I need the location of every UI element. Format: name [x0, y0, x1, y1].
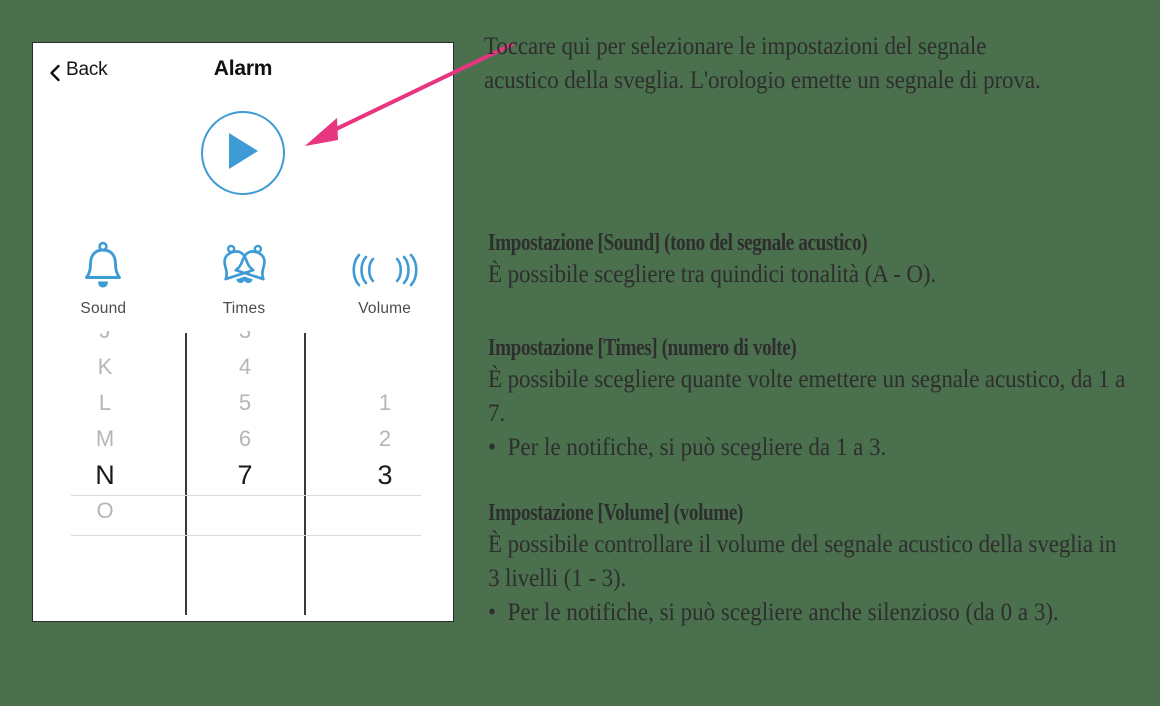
picker-item[interactable]: 3	[175, 331, 315, 349]
setting-label-volume: Volume	[358, 300, 412, 317]
annotation-intro: Toccare qui per selezionare le impostazi…	[484, 30, 1104, 98]
picker-item[interactable]: K	[35, 349, 175, 385]
picker-column-sound[interactable]: JKLMNO	[35, 331, 175, 621]
picker-column-volume[interactable]: 123	[315, 331, 453, 621]
picker-divider-left	[185, 333, 187, 615]
bullet-glyph: •	[488, 434, 508, 461]
setting-label-sound: Sound	[80, 300, 127, 317]
annotation-times-body: È possibile scegliere quante volte emett…	[488, 366, 1126, 427]
annotation-times-heading: Impostazione [Times] (numero di volte)	[488, 335, 797, 361]
picker-item[interactable]: O	[35, 493, 175, 529]
picker-item-selected[interactable]: N	[35, 457, 175, 493]
annotation-section-sound: Impostazione [Sound] (tono del segnale a…	[488, 228, 1160, 292]
play-triangle-icon	[225, 131, 261, 176]
bullet-glyph: •	[488, 599, 508, 626]
page-title: Alarm	[213, 57, 273, 80]
settings-picker: JKLMNO 34567 123	[33, 331, 453, 621]
picker-item[interactable]: 5	[175, 385, 315, 421]
bell-icon	[80, 239, 126, 291]
annotation-section-times: Impostazione [Times] (numero di volte) È…	[488, 333, 1160, 465]
annotation-sound-heading: Impostazione [Sound] (tono del segnale a…	[488, 230, 868, 256]
setting-label-times: Times	[222, 300, 266, 317]
setting-icon-row: Sound Times Volume	[33, 239, 453, 318]
picker-item[interactable]: 1	[315, 385, 453, 421]
picker-selection-band-top	[71, 495, 421, 496]
annotation-sound-body: È possibile scegliere tra quindici tonal…	[488, 261, 937, 288]
setting-column-times[interactable]: Times	[174, 239, 315, 318]
sound-waves-icon	[343, 239, 427, 291]
setting-column-volume[interactable]: Volume	[314, 239, 453, 318]
annotation-volume-body: È possibile controllare il volume del se…	[488, 531, 1117, 592]
picker-item[interactable]: M	[35, 421, 175, 457]
annotation-volume-heading: Impostazione [Volume] (volume)	[488, 500, 743, 526]
picker-item[interactable]: 4	[175, 349, 315, 385]
double-bell-icon	[211, 239, 277, 291]
picker-item[interactable]: L	[35, 385, 175, 421]
picker-selection-band-bottom	[71, 535, 421, 536]
picker-item[interactable]: J	[35, 331, 175, 349]
annotation-volume-bullet-text: Per le notifiche, si può scegliere anche…	[507, 599, 1059, 626]
phone-screen-frame: Back Alarm Sound Times Volume K L M N O …	[32, 42, 454, 622]
annotation-section-volume: Impostazione [Volume] (volume) È possibi…	[488, 498, 1160, 630]
annotation-volume-bullet: • Per le notifiche, si può scegliere anc…	[488, 596, 1132, 630]
picker-item-selected[interactable]: 3	[315, 457, 453, 493]
picker-item[interactable]: 6	[175, 421, 315, 457]
annotation-intro-text: Toccare qui per selezionare le impostazi…	[484, 33, 1041, 94]
picker-divider-right	[304, 333, 306, 615]
setting-column-sound[interactable]: Sound	[33, 239, 174, 318]
annotation-times-bullet-text: Per le notifiche, si può scegliere da 1 …	[507, 434, 887, 461]
play-button-container	[33, 111, 453, 195]
annotation-times-bullet: • Per le notifiche, si può scegliere da …	[488, 431, 1132, 465]
picker-item[interactable]: 2	[315, 421, 453, 457]
navigation-bar: Back Alarm	[33, 43, 453, 103]
play-preview-button[interactable]	[201, 111, 285, 195]
picker-item-selected[interactable]: 7	[175, 457, 315, 493]
picker-column-times[interactable]: 34567	[175, 331, 315, 621]
